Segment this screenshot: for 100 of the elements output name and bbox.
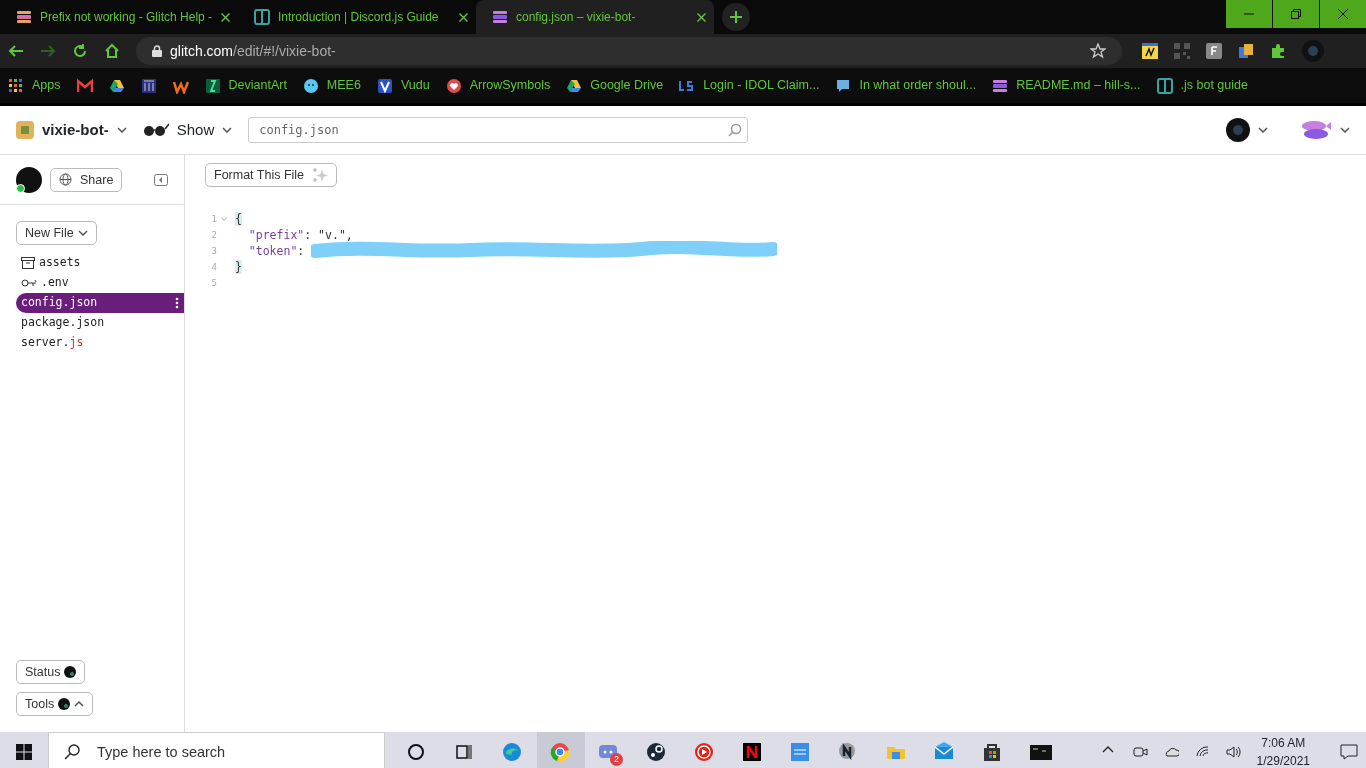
mail-icon <box>934 742 956 762</box>
bookmark[interactable] <box>76 77 93 94</box>
taskbar-app[interactable]: 2 <box>585 732 633 768</box>
collapse-sidebar-button[interactable] <box>154 173 168 186</box>
book-icon <box>254 9 270 25</box>
chrome-icon <box>550 742 572 762</box>
play-icon <box>694 742 716 762</box>
file-search-field[interactable]: config.json <box>248 117 749 143</box>
close-icon <box>1338 9 1348 19</box>
close-tab-button[interactable] <box>221 12 230 22</box>
status-button[interactable]: Status <box>16 660 86 684</box>
bookmark[interactable] <box>108 77 125 94</box>
bookmark[interactable]: Login - IDOL Claim... <box>679 76 820 95</box>
account-menu[interactable] <box>1226 118 1268 142</box>
bookmark[interactable]: In what order shoul... <box>835 76 977 95</box>
format-file-button[interactable]: Format This File <box>205 163 338 187</box>
fish-icon <box>1300 119 1332 141</box>
share-button[interactable]: Share <box>50 167 123 192</box>
browser-tab[interactable]: Introduction | Discord.js Guide <box>238 0 476 34</box>
forward-icon <box>40 43 56 59</box>
search-icon <box>64 744 80 760</box>
notification-badge: 2 <box>610 752 623 766</box>
close-icon <box>459 12 468 22</box>
sparkle-icon <box>312 167 329 183</box>
file-item[interactable]: package.json <box>16 313 184 333</box>
camera-icon[interactable] <box>1132 745 1148 759</box>
tab-title: config.json – vixie-bot- <box>516 9 637 26</box>
url-text: glitch.com/edit/#!/vixie-bot- <box>170 41 337 61</box>
bookmark[interactable]: Apps <box>8 76 61 95</box>
windows-icon <box>16 744 32 760</box>
lock-icon <box>152 45 162 57</box>
home-button[interactable] <box>104 43 120 59</box>
documents-icon[interactable] <box>1238 43 1254 59</box>
speaker-icon[interactable] <box>1225 745 1241 759</box>
file-item[interactable]: assets <box>16 253 184 273</box>
netflix-icon <box>742 742 764 762</box>
smiley-icon <box>302 77 319 94</box>
file-item[interactable]: server.js <box>16 333 184 353</box>
reload-button[interactable] <box>72 43 88 59</box>
chevron-down-icon <box>1340 127 1350 133</box>
new-tab-button[interactable] <box>722 3 750 31</box>
apps-grid-icon <box>8 77 24 94</box>
status-dot-icon <box>58 698 71 710</box>
key-icon <box>21 278 37 288</box>
browser-wave-icon <box>502 742 524 762</box>
restore-icon <box>1291 9 1301 19</box>
bookmark[interactable]: MEE6 <box>302 76 361 95</box>
fish-menu[interactable] <box>1300 119 1350 141</box>
bookmark[interactable]: ArrowSymbols <box>445 76 551 95</box>
vudu-icon <box>790 742 812 762</box>
bookmark[interactable]: README.md – hill-s... <box>992 76 1141 95</box>
bookmark[interactable] <box>140 77 157 94</box>
plus-icon <box>730 11 742 23</box>
notifications-icon[interactable] <box>1340 744 1358 760</box>
bookmark[interactable]: DeviantArt <box>204 76 287 95</box>
file-item[interactable]: .env <box>16 273 184 293</box>
clock-time[interactable]: 7:06 AM <box>1261 734 1306 752</box>
stack-icon <box>992 77 1009 94</box>
address-bar[interactable]: glitch.com/edit/#!/vixie-bot- <box>136 37 1122 65</box>
tab-title: Prefix not working - Glitch Help - <box>40 9 213 26</box>
sunglasses-icon <box>142 123 169 137</box>
close-icon <box>221 12 230 22</box>
avatar[interactable] <box>16 166 42 193</box>
taskbar-search-field[interactable]: Type here to search <box>48 732 385 768</box>
wifi-icon[interactable] <box>1194 745 1210 759</box>
bookmark[interactable]: .js bot guide <box>1156 76 1248 95</box>
back-button[interactable] <box>8 43 24 59</box>
v-logo-icon <box>376 77 393 94</box>
chevron-up-icon <box>74 701 85 707</box>
close-tab-button[interactable] <box>459 12 468 22</box>
stack-icon <box>16 9 32 25</box>
terminal-icon <box>1030 742 1052 762</box>
triangle-logo-icon <box>566 77 583 94</box>
chevron-down-icon <box>1258 127 1268 133</box>
new-file-button[interactable]: New File <box>16 221 97 245</box>
search-icon <box>728 123 743 137</box>
globe-icon <box>59 173 72 186</box>
star-icon <box>1090 43 1106 59</box>
chevron-down-icon <box>222 127 233 133</box>
clock-date[interactable]: 1/29/2021 <box>1256 752 1310 768</box>
project-menu[interactable]: vixie-bot- <box>16 118 127 142</box>
home-icon <box>104 43 120 59</box>
tools-button[interactable]: Tools <box>16 692 94 716</box>
bookmark[interactable]: Google Drive <box>566 76 664 95</box>
close-tab-button[interactable] <box>697 12 706 22</box>
status-dot-icon <box>64 666 77 678</box>
letter-tile-icon[interactable] <box>1206 43 1222 59</box>
tab-title: Introduction | Discord.js Guide <box>278 9 440 26</box>
back-icon <box>8 43 24 59</box>
restore-button[interactable] <box>1273 0 1319 28</box>
show-menu[interactable]: Show <box>142 118 233 142</box>
more-options-icon[interactable] <box>175 297 179 309</box>
browser-tab[interactable]: config.json – vixie-bot- <box>476 0 714 34</box>
avatar-icon <box>1226 118 1250 142</box>
file-item[interactable]: config.json <box>16 293 184 313</box>
cloud-icon[interactable] <box>1163 745 1179 759</box>
browser-tab[interactable]: Prefix not working - Glitch Help - <box>0 0 238 34</box>
bookmark[interactable]: Vudu <box>376 76 430 95</box>
note-icon[interactable] <box>1142 43 1158 59</box>
puzzle-icon[interactable] <box>1270 43 1286 59</box>
